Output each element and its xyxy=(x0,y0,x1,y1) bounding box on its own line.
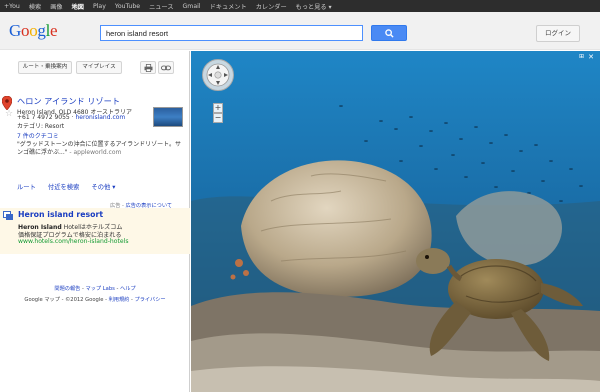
maps-labs-link[interactable]: マップ Labs xyxy=(86,286,115,292)
underwater-scene-image xyxy=(191,51,600,392)
more-dropdown[interactable]: その他 ▾ xyxy=(91,184,115,191)
ad-title-link[interactable]: Heron island resort xyxy=(18,210,103,219)
gbar-item-images[interactable]: 画像 xyxy=(50,2,62,11)
myplaces-button[interactable]: マイプレイス xyxy=(76,61,122,74)
place-website-link[interactable]: heronisland.com xyxy=(75,114,125,121)
gbar-item-search[interactable]: 検索 xyxy=(29,2,41,11)
map-toggle-icon[interactable]: ⊞ xyxy=(579,53,584,60)
reviews-link[interactable]: 7 件のクチコミ xyxy=(17,131,59,140)
place-thumbnail[interactable] xyxy=(153,107,183,127)
street-view-panorama[interactable]: + − ⊞ ✕ xyxy=(191,51,600,392)
route-button[interactable]: ルート・乗換案内 xyxy=(18,61,72,74)
place-contact: +61 7 4972 9055 · heronisland.com xyxy=(17,114,125,121)
place-actions: ルート 付近を検索 その他 ▾ xyxy=(17,182,125,191)
compass-icon xyxy=(206,63,230,87)
print-icon xyxy=(144,64,152,72)
review-snippet: "グラッドストーンの沖合に位置するアイランドリゾート。サンゴ礁に浮かぶ..." … xyxy=(17,141,185,157)
print-button[interactable] xyxy=(140,61,156,74)
gbar-item-youtube[interactable]: YouTube xyxy=(115,3,140,10)
gbar-item-docs[interactable]: ドキュメント xyxy=(210,2,247,11)
header: Google heron island resort ログイン xyxy=(0,12,600,50)
footer: 問題の報告 - マップ Labs - ヘルプ Google マップ - ©201… xyxy=(0,285,190,307)
footer-row-2: Google マップ - ©2012 Google - 利用規約 - プライバシ… xyxy=(24,297,166,303)
search-button[interactable] xyxy=(371,25,407,41)
footer-row-1: 問題の報告 - マップ Labs - ヘルプ xyxy=(54,286,136,292)
marker-pin-icon[interactable] xyxy=(2,96,12,110)
search-icon xyxy=(384,28,394,38)
help-link[interactable]: ヘルプ xyxy=(120,286,136,292)
link-button[interactable] xyxy=(158,61,174,74)
terms-link[interactable]: 利用規約 xyxy=(109,297,130,303)
gbar-item-more[interactable]: もっと見る ▾ xyxy=(296,2,332,11)
ad-url-link[interactable]: www.hotels.com/heron-island-hotels xyxy=(18,238,129,245)
place-title-link[interactable]: ヘロン アイランド リゾート xyxy=(17,95,120,107)
close-icon[interactable]: ✕ xyxy=(588,53,594,61)
ad-marker-icon xyxy=(3,211,13,220)
place-phone: +61 7 4972 9055 xyxy=(17,114,70,121)
privacy-link[interactable]: プライバシー xyxy=(135,297,166,303)
gbar-item-gmail[interactable]: Gmail xyxy=(183,3,201,10)
zoom-out-button[interactable]: − xyxy=(213,113,223,123)
zoom-in-button[interactable]: + xyxy=(213,103,223,113)
gbar-item-news[interactable]: ニュース xyxy=(149,2,173,11)
search-nearby-link[interactable]: 付近を検索 xyxy=(48,184,79,191)
ad-box: Heron island resort Heron Island Hotelはホ… xyxy=(0,208,190,254)
star-icon[interactable]: ☆ xyxy=(5,109,13,119)
gbar-item-you[interactable]: +You xyxy=(4,3,20,10)
report-problem-link[interactable]: 問題の報告 xyxy=(54,286,80,292)
gbar-item-play[interactable]: Play xyxy=(93,3,106,10)
place-category: カテゴリ: Resort xyxy=(17,123,65,130)
gbar-item-calendar[interactable]: カレンダー xyxy=(256,2,287,11)
pan-control[interactable] xyxy=(202,59,234,91)
directions-link[interactable]: ルート xyxy=(17,184,36,191)
link-icon xyxy=(161,65,171,71)
search-input[interactable]: heron island resort xyxy=(100,25,363,41)
google-bar: +You 検索 画像 地図 Play YouTube ニュース Gmail ドキ… xyxy=(0,0,600,12)
snippet-source: - appleworld.com xyxy=(67,149,122,156)
google-logo[interactable]: Google xyxy=(9,21,58,41)
login-button[interactable]: ログイン xyxy=(536,25,580,42)
left-panel: ルート・乗換案内 マイプレイス ☆ ヘロン アイランド リゾート Heron I… xyxy=(0,51,190,392)
gbar-item-maps[interactable]: 地図 xyxy=(72,2,84,11)
